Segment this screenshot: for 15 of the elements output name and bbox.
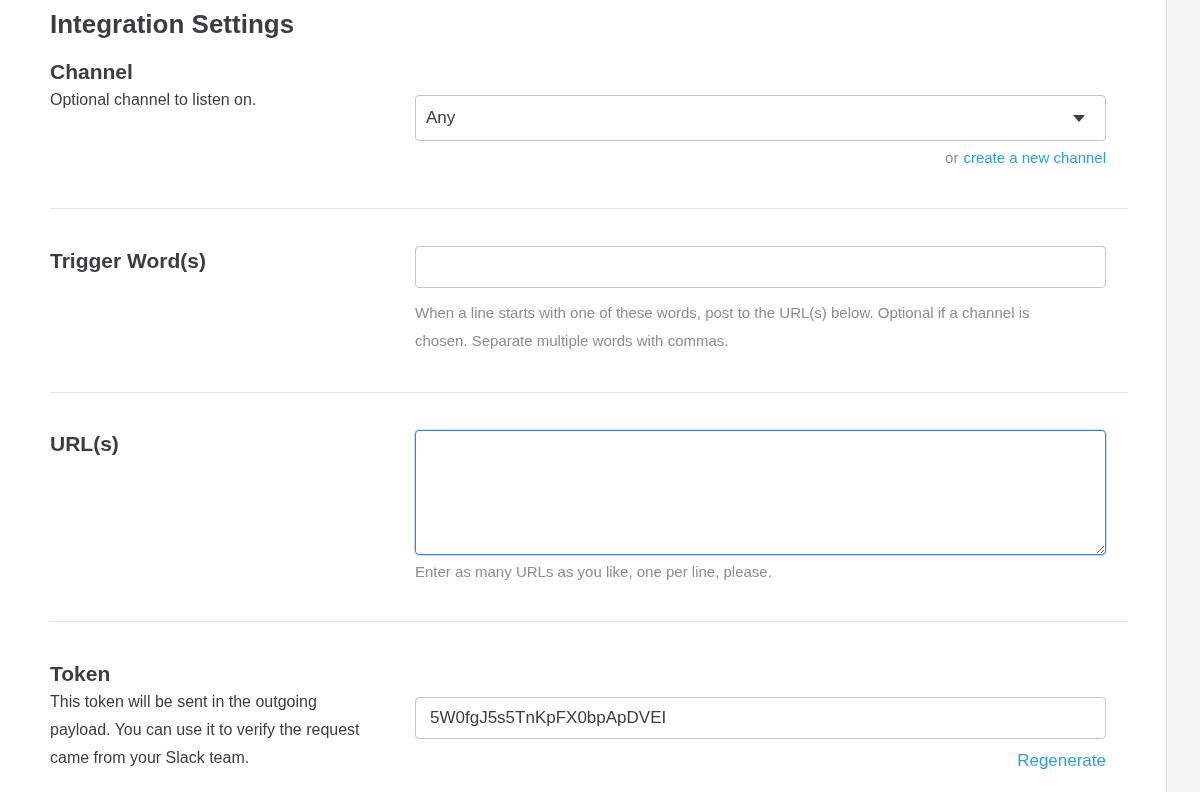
field-description: Optional channel to listen on.: [50, 90, 258, 110]
field-label: Trigger Word(s): [50, 248, 207, 274]
field-label: Channel: [50, 59, 134, 85]
field-description: This token will be sent in the outgoing payload. You can use it to verify the request came from your Slack team.: [50, 692, 361, 768]
token-field[interactable]: 5W0fgJ5s5TnKpFX0bpApDVEI: [415, 697, 1106, 739]
urls-field[interactable]: [415, 430, 1106, 555]
page-title: Integration Settings: [50, 8, 296, 40]
channel-dropdown[interactable]: Any: [415, 95, 1106, 141]
field-hint: Enter as many URLs as you like, one per line, please.: [415, 562, 773, 582]
field-label: URL(s): [50, 431, 120, 457]
link-prefix: or: [945, 148, 959, 168]
trigger-words-field[interactable]: [415, 246, 1106, 288]
field-hint: When a line starts with one of these words, post to the URL(s) below. Optional if a channel is chosen. Separate multiple words with commas.: [415, 303, 1031, 351]
field-label: Token: [50, 661, 112, 687]
caret-down-icon: [1073, 114, 1085, 122]
